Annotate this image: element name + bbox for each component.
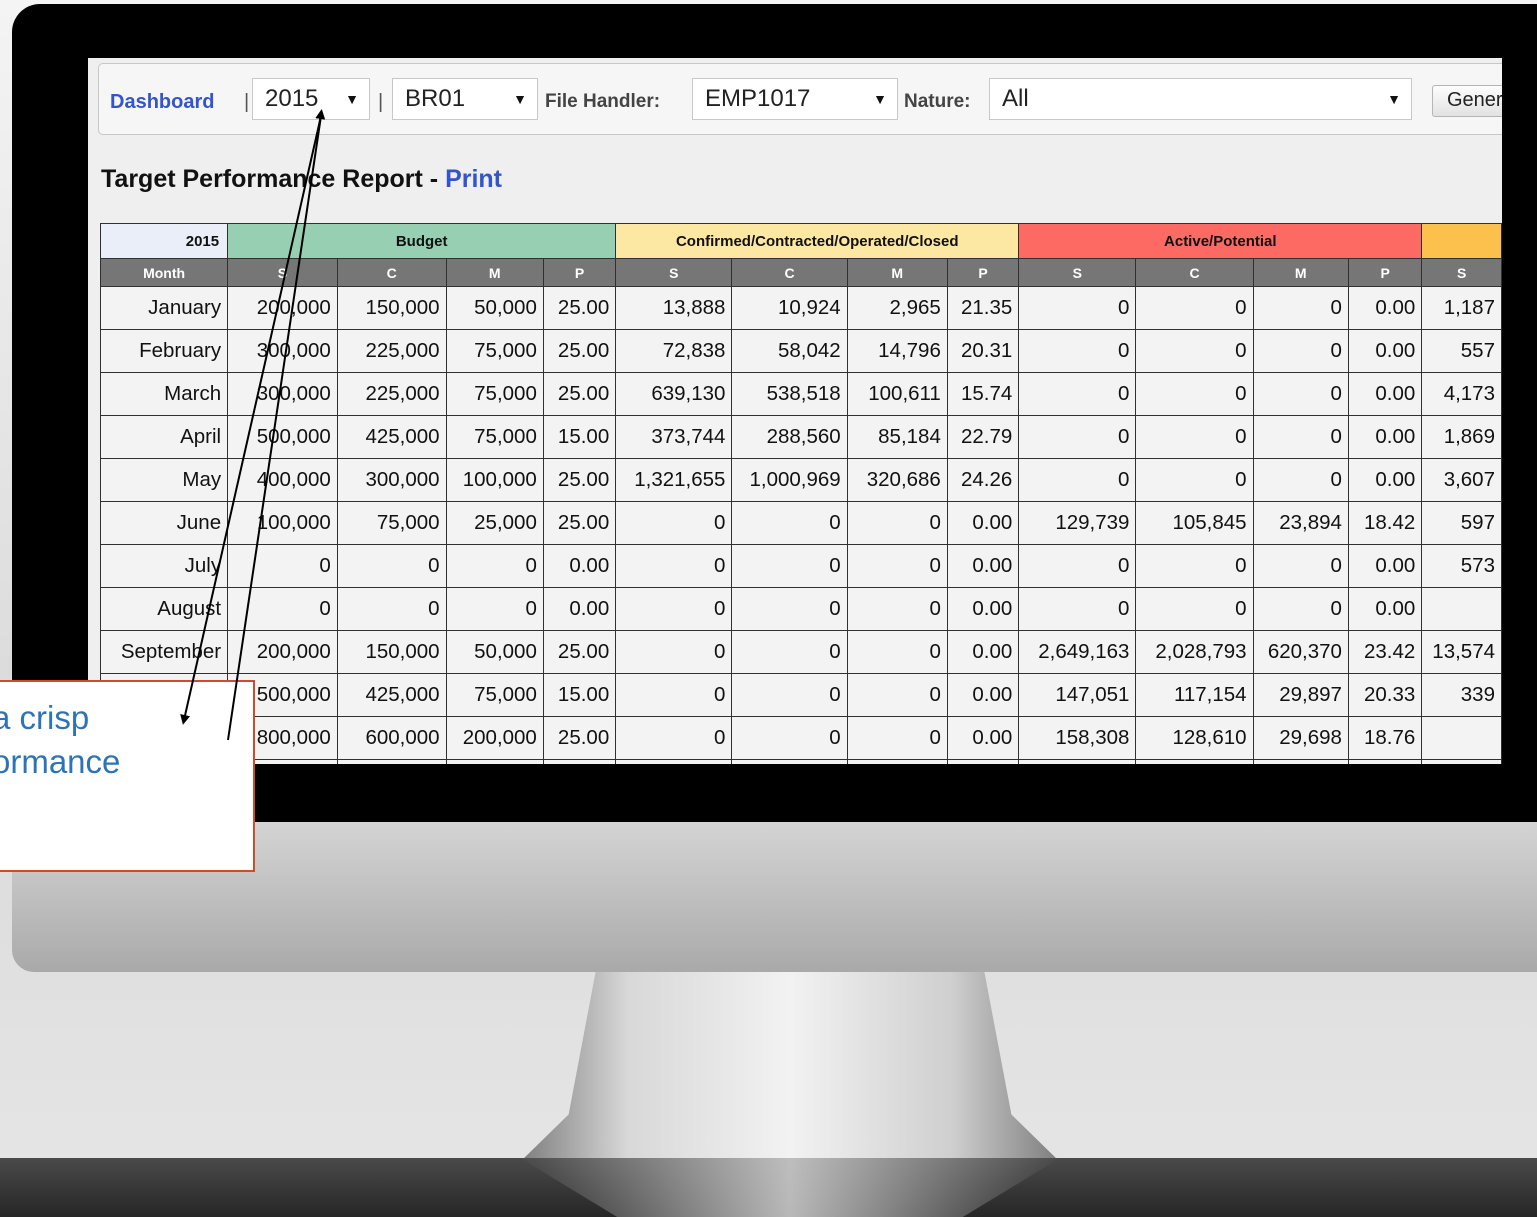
arrow-line-right: [180, 115, 322, 725]
arrow-line-left: [227, 115, 322, 741]
annotation-arrow: [180, 109, 326, 741]
